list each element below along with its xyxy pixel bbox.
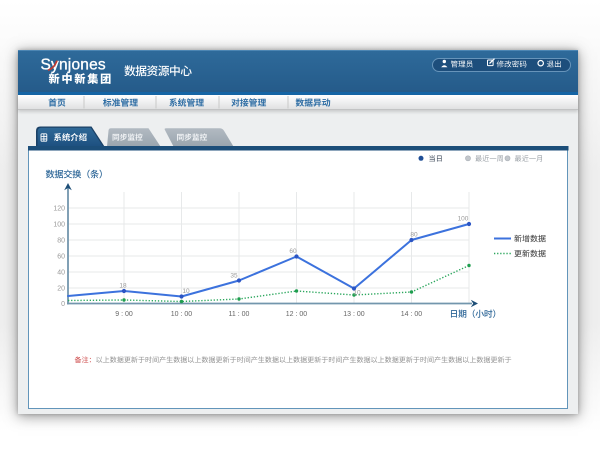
svg-text:80: 80	[410, 232, 418, 239]
svg-text:13 : 00: 13 : 00	[343, 311, 365, 318]
svg-text:100: 100	[53, 221, 65, 228]
svg-text:10 : 00: 10 : 00	[171, 311, 193, 318]
svg-text:Synjones: Synjones	[41, 57, 106, 74]
svg-text:9 : 00: 9 : 00	[115, 311, 133, 318]
svg-text:100: 100	[458, 216, 469, 223]
svg-text:0: 0	[61, 301, 65, 308]
svg-text:20: 20	[57, 285, 65, 292]
svg-text:60: 60	[289, 248, 297, 255]
svg-text:11 : 00: 11 : 00	[229, 311, 250, 318]
svg-text:40: 40	[57, 269, 65, 276]
svg-text:35: 35	[230, 273, 238, 280]
svg-text:60: 60	[57, 253, 65, 260]
svg-text:10: 10	[182, 288, 190, 295]
svg-text:18: 18	[119, 283, 127, 290]
svg-text:12 : 00: 12 : 00	[286, 311, 308, 318]
svg-text:14 : 00: 14 : 00	[401, 311, 423, 318]
svg-text:120: 120	[53, 205, 65, 212]
svg-text:10: 10	[353, 290, 361, 297]
svg-text:80: 80	[57, 237, 65, 244]
